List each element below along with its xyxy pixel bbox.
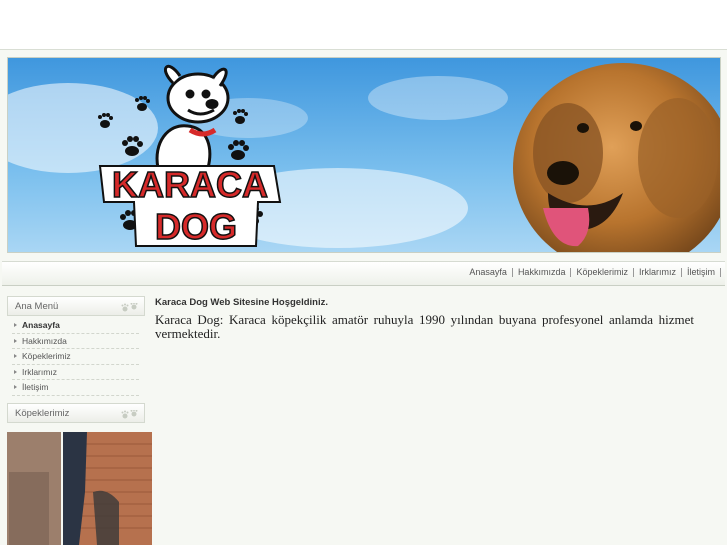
menu-item-kopeklerimiz[interactable]: Köpeklerimiz — [12, 349, 139, 365]
dogs-box: Köpeklerimiz — [7, 403, 145, 423]
nav-list: Anasayfa Hakkımızda Köpeklerimiz Irkları… — [464, 267, 721, 277]
menu-item-label: Anasayfa — [22, 320, 60, 331]
welcome-text: Karaca Dog: Karaca köpekçilik amatör ruh… — [155, 312, 694, 341]
svg-text:KARACA: KARACA — [112, 164, 268, 205]
menu-item-anasayfa[interactable]: Anasayfa — [12, 318, 139, 334]
nav-item-irklarimiz[interactable]: Irklarımız — [634, 267, 681, 277]
menu-item-iletisim[interactable]: İletişim — [12, 380, 139, 396]
arrow-right-icon — [14, 369, 17, 374]
svg-text:DOG: DOG — [155, 206, 237, 247]
main-menu-header: Ana Menü — [7, 296, 145, 316]
nav-divider — [720, 267, 721, 277]
arrow-right-icon — [14, 338, 17, 343]
nav-item-iletisim[interactable]: İletişim — [682, 267, 720, 277]
dogs-gallery[interactable] — [7, 432, 152, 545]
main-menu-title: Ana Menü — [15, 301, 59, 312]
header-banner: KARACA DOG — [7, 57, 721, 253]
banner-image: KARACA DOG — [8, 58, 720, 252]
dogs-box-title: Köpeklerimiz — [15, 408, 70, 419]
nav-item-hakkimizda[interactable]: Hakkımızda — [513, 267, 571, 277]
menu-item-label: Köpeklerimiz — [22, 351, 71, 362]
nav-item-kopeklerimiz[interactable]: Köpeklerimiz — [571, 267, 633, 277]
dog-gallery-photo — [7, 432, 152, 545]
menu-item-label: Irklarımız — [22, 366, 57, 377]
arrow-right-icon — [14, 323, 17, 328]
dogs-box-header: Köpeklerimiz — [7, 403, 145, 423]
sidebar: Ana Menü Anasayfa Hakkımızda Köpeklerimi… — [7, 296, 147, 396]
paw-icon — [121, 303, 138, 312]
menu-item-label: İletişim — [22, 382, 49, 393]
arrow-right-icon — [14, 385, 17, 390]
main-content: Karaca Dog Web Sitesine Hoşgeldiniz. Kar… — [155, 297, 694, 341]
menu-item-hakkimizda[interactable]: Hakkımızda — [12, 334, 139, 349]
paw-icon — [121, 410, 138, 419]
nav-item-anasayfa[interactable]: Anasayfa — [464, 267, 512, 277]
arrow-right-icon — [14, 354, 17, 359]
top-blank-bar — [0, 0, 727, 50]
menu-item-irklarimiz[interactable]: Irklarımız — [12, 365, 139, 380]
menu-item-label: Hakkımızda — [22, 335, 67, 346]
page-container: KARACA DOG Anasayfa Hakkımızda Köpekleri… — [0, 50, 727, 545]
top-navigation: Anasayfa Hakkımızda Köpeklerimiz Irkları… — [2, 261, 725, 286]
main-menu-list: Anasayfa Hakkımızda Köpeklerimiz Irkları… — [12, 318, 139, 396]
welcome-heading: Karaca Dog Web Sitesine Hoşgeldiniz. — [155, 297, 328, 308]
